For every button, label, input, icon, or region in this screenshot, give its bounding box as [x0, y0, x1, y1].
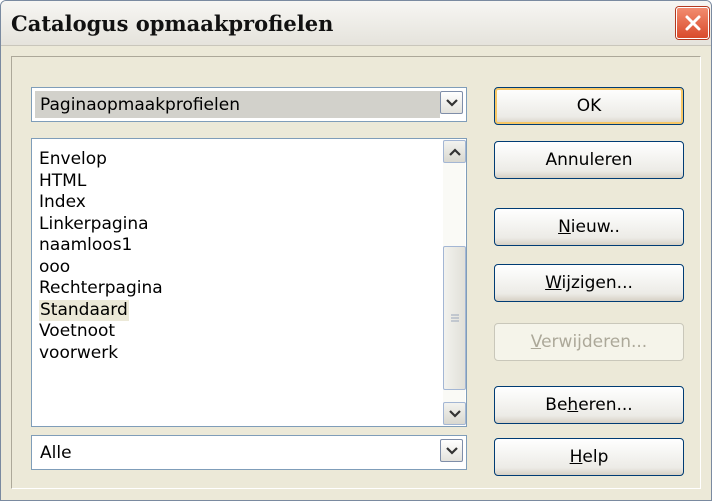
list-item-label: Envelop: [39, 149, 107, 169]
list-item-label: Linkerpagina: [39, 213, 149, 234]
chevron-down-icon: [445, 446, 458, 455]
dialog-window: Catalogus opmaakprofielen Paginaopmaakpr…: [0, 0, 712, 501]
list-item-label: voorwerk: [39, 342, 119, 363]
ok-label: OK: [576, 96, 602, 116]
list-item[interactable]: naamloos1: [39, 235, 163, 257]
dropdown-button[interactable]: [440, 439, 463, 462]
combo-selection: Alle: [35, 439, 440, 466]
filter-dropdown[interactable]: Alle: [31, 435, 467, 470]
style-list-items: Envelop HTML Index Linkerpagina naamloos1 ooo…: [39, 149, 163, 364]
chevron-down-icon: [448, 409, 461, 418]
title-bar[interactable]: Catalogus opmaakprofielen: [1, 1, 711, 46]
list-item-label: naamloos1: [39, 235, 133, 255]
close-icon: [685, 15, 700, 31]
close-button[interactable]: [676, 7, 709, 39]
cancel-button[interactable]: Annuleren: [494, 141, 684, 179]
list-item-label: Rechterpagina: [39, 278, 163, 298]
list-item[interactable]: Index: [39, 192, 163, 214]
delete-button[interactable]: Verwijderen...: [494, 323, 684, 361]
list-scrollbar[interactable]: [443, 140, 466, 425]
list-item-label: Standaard: [39, 299, 129, 321]
filter-value: Alle: [40, 443, 72, 463]
list-item-label: ooo: [39, 256, 71, 277]
new-label: Nieuw..: [558, 217, 620, 237]
list-item[interactable]: Standaard: [39, 299, 163, 321]
style-list[interactable]: Envelop HTML Index Linkerpagina naamloos1 ooo…: [31, 138, 467, 427]
chevron-down-icon: [445, 98, 458, 107]
list-item[interactable]: ooo: [39, 257, 163, 279]
delete-label: Verwijderen...: [530, 332, 648, 352]
manage-button[interactable]: Beheren...: [494, 386, 684, 424]
grip-icon: [450, 314, 459, 322]
list-item-label: Voetnoot: [39, 321, 116, 341]
modify-label: Wijzigen...: [545, 273, 633, 293]
list-item[interactable]: Linkerpagina: [39, 214, 163, 236]
new-button[interactable]: Nieuw..: [494, 208, 684, 246]
scroll-thumb[interactable]: [443, 246, 466, 390]
chevron-up-icon: [448, 147, 461, 156]
style-type-dropdown[interactable]: Paginaopmaakprofielen: [31, 87, 467, 122]
scroll-down-button[interactable]: [443, 402, 466, 425]
style-type-value: Paginaopmaakprofielen: [40, 95, 240, 115]
help-button[interactable]: Help: [494, 438, 684, 476]
list-item-label: Index: [39, 192, 86, 212]
cancel-label: Annuleren: [545, 150, 633, 170]
modify-button[interactable]: Wijzigen...: [494, 264, 684, 302]
list-item[interactable]: Envelop: [39, 149, 163, 171]
list-item[interactable]: HTML: [39, 171, 163, 193]
scroll-up-button[interactable]: [443, 140, 466, 163]
window-title: Catalogus opmaakprofielen: [11, 11, 334, 36]
list-item[interactable]: Rechterpagina: [39, 278, 163, 300]
ok-button[interactable]: OK: [494, 87, 684, 125]
list-item-label: HTML: [39, 170, 87, 191]
manage-label: Beheren...: [545, 395, 633, 415]
list-item[interactable]: Voetnoot: [39, 321, 163, 343]
combo-selection: Paginaopmaakprofielen: [35, 91, 440, 118]
dropdown-button[interactable]: [440, 91, 463, 114]
help-label: Help: [569, 447, 609, 467]
list-item[interactable]: voorwerk: [39, 343, 163, 365]
